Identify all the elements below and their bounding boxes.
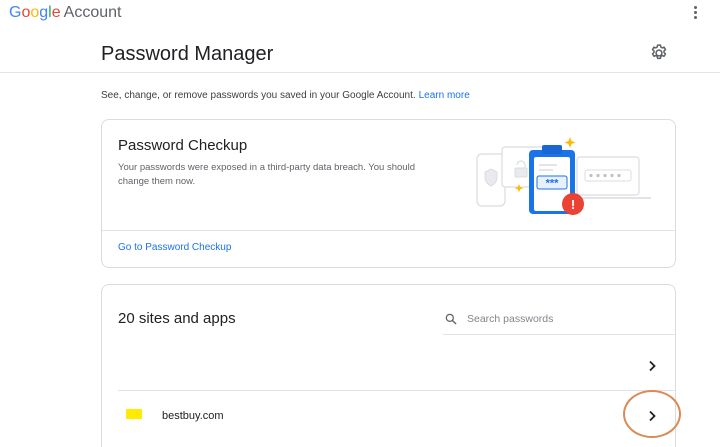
site-favicon (126, 409, 142, 419)
password-checkup-illustration: *** ! (476, 137, 651, 215)
page-title: Password Manager (101, 43, 274, 65)
password-list-item-bestbuy[interactable]: bestbuy.com (118, 390, 675, 440)
page-header: Password Manager (0, 28, 720, 73)
card-divider (102, 230, 675, 231)
search-box[interactable] (443, 305, 675, 335)
more-options-icon[interactable] (688, 4, 702, 22)
google-account-logo[interactable]: Google Account (9, 4, 121, 22)
settings-gear-icon[interactable] (649, 43, 669, 63)
site-name: bestbuy.com (162, 410, 224, 422)
checkup-description: Your passwords were exposed in a third-p… (118, 162, 415, 187)
search-passwords-input[interactable] (467, 311, 657, 327)
password-checkup-card: Password Checkup Your passwords were exp… (101, 119, 676, 268)
chevron-right-icon[interactable] (646, 410, 658, 422)
password-list-item[interactable] (118, 340, 675, 390)
search-icon (445, 313, 457, 325)
saved-passwords-card: 20 sites and apps bestbuy.com (101, 284, 676, 447)
masked-password-text: *** (546, 178, 560, 190)
top-bar: Google Account (0, 0, 720, 28)
go-to-password-checkup-link[interactable]: Go to Password Checkup (118, 242, 231, 253)
checkup-title: Password Checkup (118, 137, 248, 154)
sites-count-title: 20 sites and apps (118, 310, 236, 327)
learn-more-link[interactable]: Learn more (419, 90, 470, 101)
account-label: Account (63, 4, 122, 21)
chevron-right-icon[interactable] (646, 360, 658, 372)
alert-glyph: ! (571, 197, 575, 212)
intro-text: See, change, or remove passwords you sav… (101, 90, 470, 101)
